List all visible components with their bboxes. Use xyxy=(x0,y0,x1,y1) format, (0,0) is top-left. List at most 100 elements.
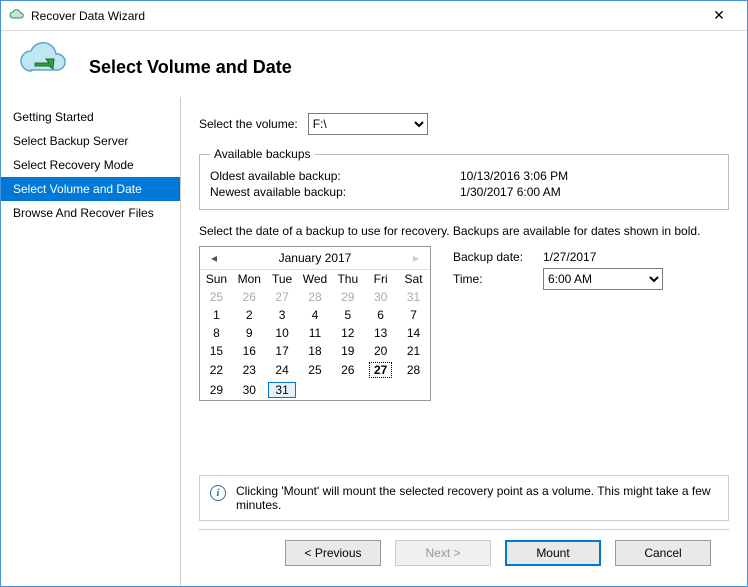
calendar-month-label: January 2017 xyxy=(222,251,408,265)
calendar-day[interactable]: 2 xyxy=(233,306,266,324)
calendar-day[interactable]: 26 xyxy=(331,360,364,380)
calendar-day[interactable]: 1 xyxy=(200,306,233,324)
oldest-backup-row: Oldest available backup: 10/13/2016 3:06… xyxy=(210,169,718,183)
calendar-day[interactable]: 31 xyxy=(397,288,430,306)
calendar-grid: SunMonTueWedThuFriSat 252627282930311234… xyxy=(200,270,430,400)
available-backups-group: Available backups Oldest available backu… xyxy=(199,147,729,210)
wizard-step[interactable]: Browse And Recover Files xyxy=(1,201,180,225)
calendar-day xyxy=(299,380,332,400)
calendar-day[interactable]: 30 xyxy=(364,288,397,306)
info-icon: i xyxy=(210,485,226,501)
page-heading: Select Volume and Date xyxy=(89,57,292,78)
calendar-day[interactable]: 24 xyxy=(266,360,299,380)
calendar-day xyxy=(397,380,430,400)
oldest-backup-value: 10/13/2016 3:06 PM xyxy=(460,169,568,183)
calendar-day[interactable]: 3 xyxy=(266,306,299,324)
backup-date-label: Backup date: xyxy=(453,250,543,264)
calendar-day[interactable]: 8 xyxy=(200,324,233,342)
calendar-day-header: Tue xyxy=(266,270,299,288)
calendar-day[interactable]: 25 xyxy=(200,288,233,306)
calendar-day[interactable]: 6 xyxy=(364,306,397,324)
calendar-day[interactable]: 5 xyxy=(331,306,364,324)
calendar-day[interactable]: 19 xyxy=(331,342,364,360)
calendar-prev-button[interactable]: ◂ xyxy=(206,251,222,265)
calendar-day[interactable]: 11 xyxy=(299,324,332,342)
calendar-day[interactable]: 25 xyxy=(299,360,332,380)
calendar-next-button[interactable]: ▸ xyxy=(408,251,424,265)
instruction-text: Select the date of a backup to use for r… xyxy=(199,224,729,238)
time-label: Time: xyxy=(453,272,543,286)
calendar-day[interactable]: 7 xyxy=(397,306,430,324)
newest-backup-row: Newest available backup: 1/30/2017 6:00 … xyxy=(210,185,718,199)
time-select[interactable]: 6:00 AM xyxy=(543,268,663,290)
volume-row: Select the volume: F:\ xyxy=(199,113,729,135)
calendar-day[interactable]: 27 xyxy=(364,360,397,380)
wizard-step[interactable]: Select Recovery Mode xyxy=(1,153,180,177)
chevron-left-icon: ◂ xyxy=(211,251,217,265)
cancel-button[interactable]: Cancel xyxy=(615,540,711,566)
calendar-day[interactable]: 30 xyxy=(233,380,266,400)
main-panel: Select the volume: F:\ Available backups… xyxy=(181,97,747,586)
calendar-day-header: Thu xyxy=(331,270,364,288)
newest-backup-label: Newest available backup: xyxy=(210,185,460,199)
titlebar: Recover Data Wizard ✕ xyxy=(1,1,747,31)
wizard-footer: < Previous Next > Mount Cancel xyxy=(199,529,729,576)
wizard-window: Recover Data Wizard ✕ Select Volume and … xyxy=(0,0,748,587)
calendar-day[interactable]: 26 xyxy=(233,288,266,306)
calendar-day[interactable]: 15 xyxy=(200,342,233,360)
volume-select[interactable]: F:\ xyxy=(308,113,428,135)
cloud-arrow-icon xyxy=(17,41,73,81)
calendar-header: ◂ January 2017 ▸ xyxy=(200,247,430,270)
calendar-day[interactable]: 20 xyxy=(364,342,397,360)
calendar-day xyxy=(331,380,364,400)
calendar-day-header: Mon xyxy=(233,270,266,288)
calendar-day[interactable]: 9 xyxy=(233,324,266,342)
calendar[interactable]: ◂ January 2017 ▸ SunMonTueWedThuFriSat 2… xyxy=(199,246,431,401)
close-icon: ✕ xyxy=(713,7,725,24)
close-button[interactable]: ✕ xyxy=(699,2,739,30)
wizard-steps-sidebar: Getting StartedSelect Backup ServerSelec… xyxy=(1,97,181,586)
calendar-day[interactable]: 31 xyxy=(266,380,299,400)
calendar-day xyxy=(364,380,397,400)
oldest-backup-label: Oldest available backup: xyxy=(210,169,460,183)
mount-button[interactable]: Mount xyxy=(505,540,601,566)
calendar-day[interactable]: 17 xyxy=(266,342,299,360)
calendar-day[interactable]: 22 xyxy=(200,360,233,380)
calendar-day-header: Wed xyxy=(299,270,332,288)
info-text: Clicking 'Mount' will mount the selected… xyxy=(236,484,718,512)
previous-button[interactable]: < Previous xyxy=(285,540,381,566)
chevron-right-icon: ▸ xyxy=(413,251,419,265)
window-title: Recover Data Wizard xyxy=(31,9,699,23)
calendar-day[interactable]: 18 xyxy=(299,342,332,360)
calendar-day[interactable]: 28 xyxy=(299,288,332,306)
select-volume-label: Select the volume: xyxy=(199,117,298,131)
calendar-day[interactable]: 27 xyxy=(266,288,299,306)
calendar-day[interactable]: 12 xyxy=(331,324,364,342)
wizard-header: Select Volume and Date xyxy=(1,31,747,97)
wizard-body: Getting StartedSelect Backup ServerSelec… xyxy=(1,97,747,586)
wizard-step[interactable]: Select Backup Server xyxy=(1,129,180,153)
available-backups-legend: Available backups xyxy=(210,147,315,161)
calendar-day[interactable]: 23 xyxy=(233,360,266,380)
calendar-day-header: Fri xyxy=(364,270,397,288)
next-button: Next > xyxy=(395,540,491,566)
calendar-day[interactable]: 16 xyxy=(233,342,266,360)
calendar-day[interactable]: 29 xyxy=(200,380,233,400)
date-selection-area: ◂ January 2017 ▸ SunMonTueWedThuFriSat 2… xyxy=(199,246,729,401)
info-box: i Clicking 'Mount' will mount the select… xyxy=(199,475,729,521)
calendar-day[interactable]: 28 xyxy=(397,360,430,380)
app-cloud-icon xyxy=(9,8,25,24)
calendar-day[interactable]: 4 xyxy=(299,306,332,324)
wizard-step[interactable]: Select Volume and Date xyxy=(1,177,180,201)
backup-date-meta: Backup date: 1/27/2017 Time: 6:00 AM xyxy=(453,246,729,294)
calendar-day[interactable]: 14 xyxy=(397,324,430,342)
calendar-day-header: Sat xyxy=(397,270,430,288)
calendar-day[interactable]: 21 xyxy=(397,342,430,360)
wizard-step[interactable]: Getting Started xyxy=(1,105,180,129)
backup-date-value: 1/27/2017 xyxy=(543,250,596,264)
calendar-day[interactable]: 29 xyxy=(331,288,364,306)
newest-backup-value: 1/30/2017 6:00 AM xyxy=(460,185,561,199)
calendar-day-header: Sun xyxy=(200,270,233,288)
calendar-day[interactable]: 10 xyxy=(266,324,299,342)
calendar-day[interactable]: 13 xyxy=(364,324,397,342)
